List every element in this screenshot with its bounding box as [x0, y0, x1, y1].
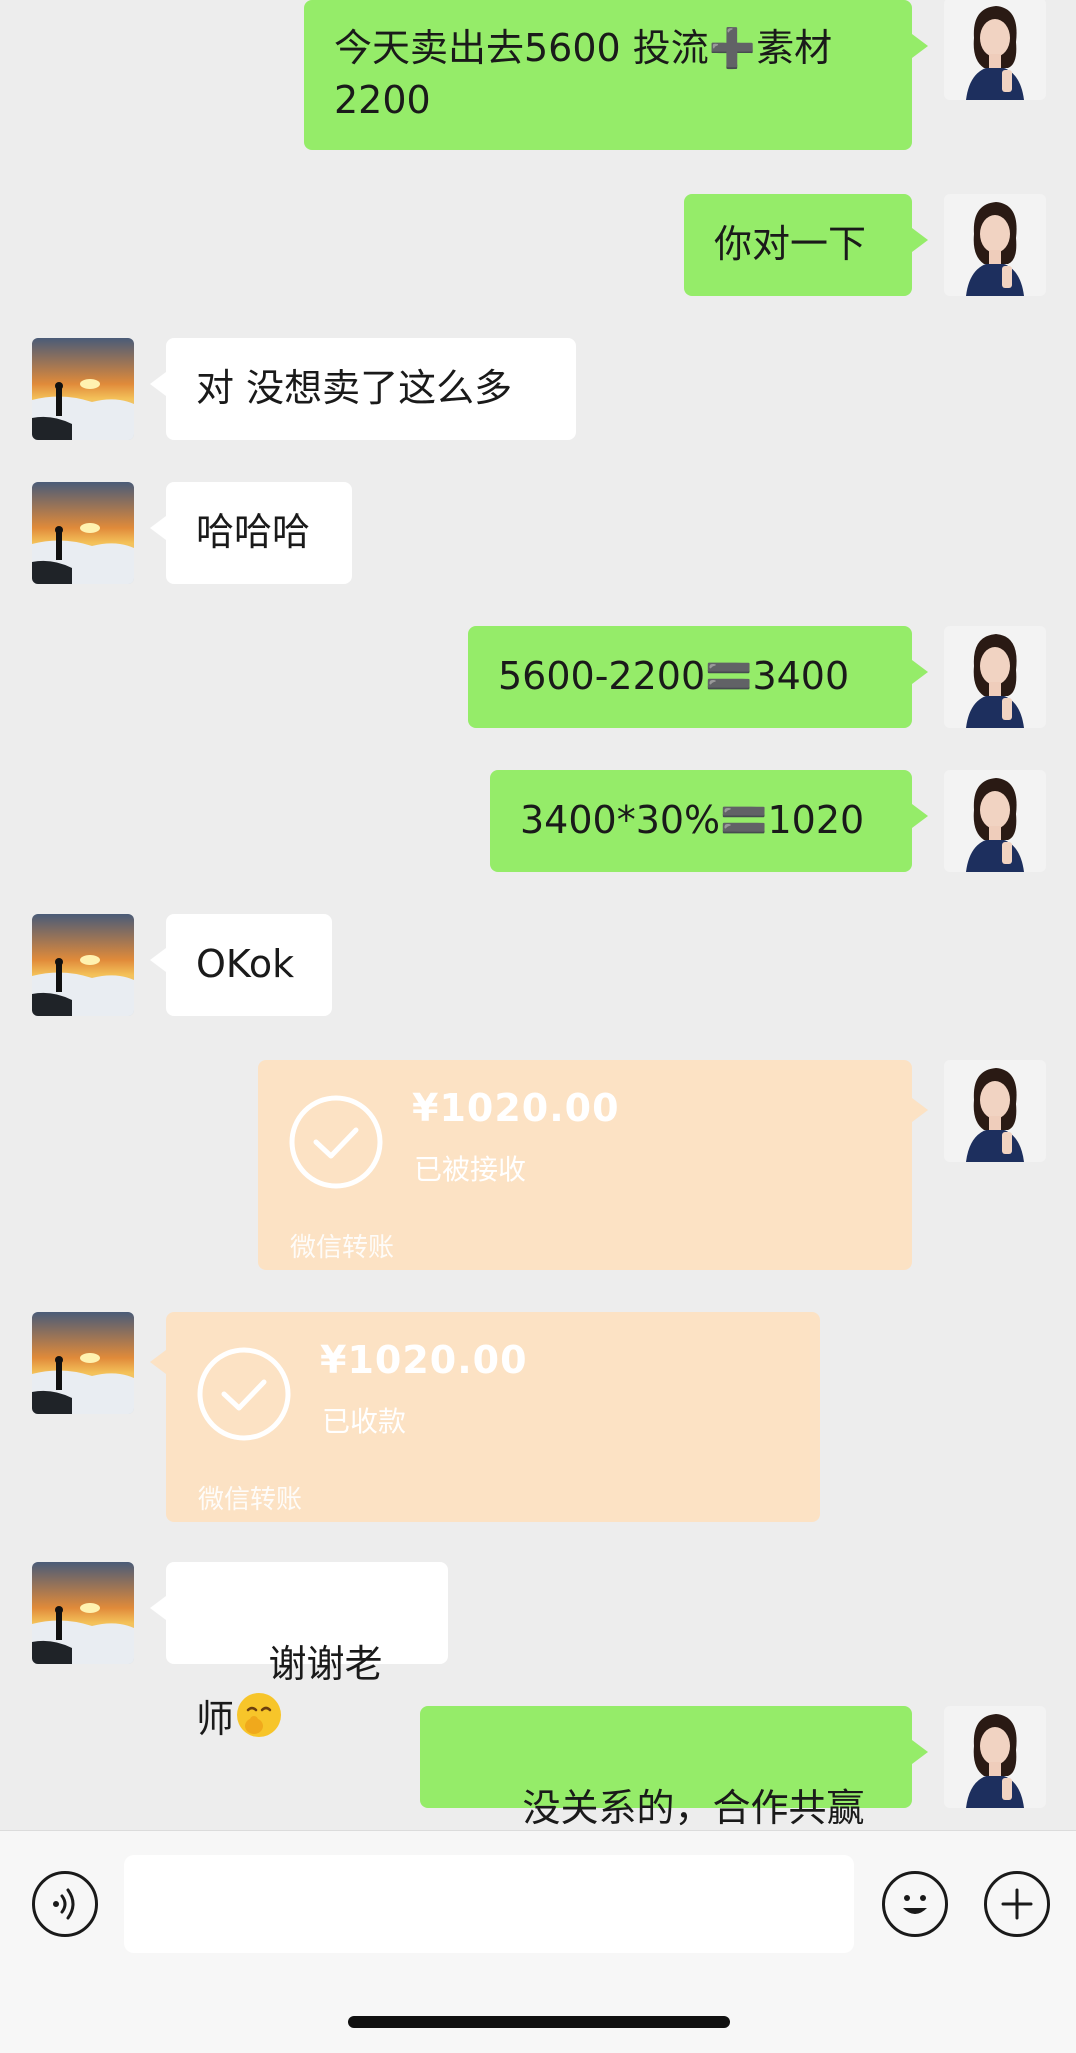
- contact-avatar[interactable]: [32, 338, 134, 440]
- emoji-button[interactable]: [882, 1871, 948, 1937]
- transfer-status: 已被接收: [414, 1153, 527, 1186]
- woman-portrait-icon: [944, 1060, 1046, 1162]
- self-avatar[interactable]: [944, 1706, 1046, 1808]
- contact-avatar[interactable]: [32, 1312, 134, 1414]
- check-circle-icon: [289, 1095, 383, 1189]
- voice-button[interactable]: [32, 1871, 98, 1937]
- message-bubble[interactable]: 5600-2200🟰3400: [468, 626, 928, 728]
- sunset-mountain-icon: [32, 1312, 134, 1414]
- transfer-card[interactable]: ¥1020.00 已收款 微信转账: [150, 1312, 820, 1522]
- transfer-amount: ¥1020.00: [320, 1338, 528, 1382]
- message-bubble[interactable]: 谢谢老师: [150, 1562, 448, 1741]
- woman-portrait-icon: [944, 194, 1046, 296]
- message-input[interactable]: [124, 1855, 854, 1953]
- plus-icon: [1001, 1888, 1033, 1920]
- chat-area[interactable]: 今天卖出去5600 投流➕素材 2200 你对一下 对 没想卖了这么多 哈哈哈 …: [0, 0, 1076, 1830]
- voice-icon: [53, 1888, 75, 1920]
- home-indicator[interactable]: [348, 2016, 730, 2028]
- self-avatar[interactable]: [944, 0, 1046, 100]
- message-bubble[interactable]: 对 没想卖了这么多: [150, 338, 576, 440]
- self-avatar[interactable]: [944, 1060, 1046, 1162]
- emoji-icon: [903, 1895, 927, 1914]
- woman-portrait-icon: [944, 0, 1046, 100]
- contact-avatar[interactable]: [32, 914, 134, 1016]
- transfer-card[interactable]: ¥1020.00 已被接收 微信转账: [258, 1060, 928, 1270]
- message-bubble[interactable]: 3400*30%🟰1020: [490, 770, 928, 872]
- message-text: 谢谢老师: [196, 1642, 383, 1741]
- transfer-footer: 微信转账: [290, 1233, 395, 1263]
- message-bubble[interactable]: 你对一下: [684, 194, 928, 296]
- message-bubble[interactable]: OKok: [150, 914, 332, 1016]
- woman-portrait-icon: [944, 1706, 1046, 1808]
- contact-avatar[interactable]: [32, 1562, 134, 1664]
- self-avatar[interactable]: [944, 194, 1046, 296]
- message-bubble[interactable]: 哈哈哈: [150, 482, 352, 584]
- woman-portrait-icon: [944, 626, 1046, 728]
- shush-face-emoji-icon: [237, 1693, 282, 1737]
- message-text: 没关系的，合作共赢: [522, 1786, 865, 1830]
- check-circle-icon: [197, 1347, 291, 1441]
- sunset-mountain-icon: [32, 1562, 134, 1664]
- woman-portrait-icon: [944, 770, 1046, 872]
- self-avatar[interactable]: [944, 626, 1046, 728]
- transfer-amount: ¥1020.00: [412, 1086, 620, 1130]
- transfer-status: 已收款: [322, 1405, 407, 1438]
- message-bubble[interactable]: 今天卖出去5600 投流➕素材 2200: [304, 0, 928, 150]
- message-bubble[interactable]: 没关系的，合作共赢: [420, 1706, 928, 1830]
- sunset-mountain-icon: [32, 338, 134, 440]
- more-button[interactable]: [984, 1871, 1050, 1937]
- transfer-footer: 微信转账: [198, 1485, 303, 1515]
- sunset-mountain-icon: [32, 914, 134, 1016]
- contact-avatar[interactable]: [32, 482, 134, 584]
- sunset-mountain-icon: [32, 482, 134, 584]
- self-avatar[interactable]: [944, 770, 1046, 872]
